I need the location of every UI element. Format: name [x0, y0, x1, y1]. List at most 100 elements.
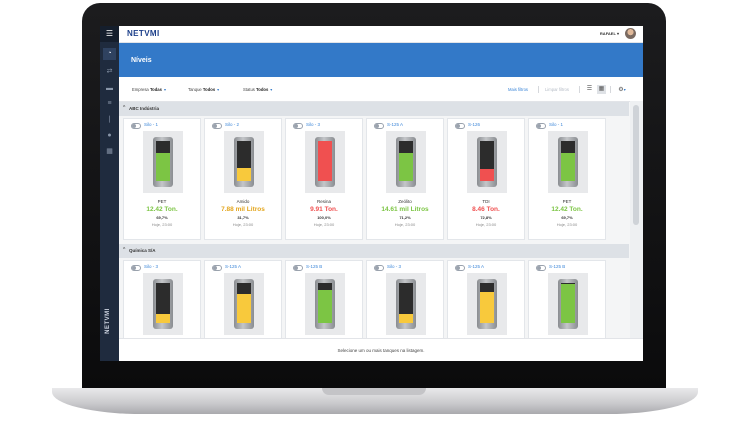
- tank-card[interactable]: S-126 TDI 8.46 Ton. 72,8% Hoje, 23:00: [447, 118, 525, 240]
- select-toggle[interactable]: [212, 265, 222, 271]
- tank-card[interactable]: S-125 B: [285, 260, 363, 338]
- tank-card[interactable]: Silo - 1 PET 12.42 Ton. 69,7% Hoje, 23:00: [528, 118, 606, 240]
- select-toggle[interactable]: [455, 265, 465, 271]
- calendar-icon[interactable]: ▦: [103, 146, 116, 158]
- divider: [579, 86, 580, 93]
- tank-level-fill: [237, 294, 251, 323]
- reading-time: Hoje, 23:00: [232, 222, 254, 227]
- tank-name[interactable]: Silo - 1: [549, 122, 563, 127]
- scrollbar[interactable]: [630, 101, 643, 338]
- tank-card[interactable]: Silo - 1 PET 12.42 Ton. 69,7% Hoje, 23:00: [123, 118, 201, 240]
- filter-status-value: Todos: [256, 87, 269, 92]
- product-name: Resina: [316, 199, 331, 204]
- tank-name[interactable]: Silo - 3: [144, 264, 158, 269]
- sidebar: ☰ ◔ ⇄ ▬ ≡ ❘ ● ▦ NETVMI: [100, 26, 119, 361]
- select-toggle[interactable]: [293, 123, 303, 129]
- reading-time: Hoje, 23:00: [313, 222, 335, 227]
- tank-body: [315, 279, 335, 329]
- tank-percent: 69,7%: [561, 215, 573, 220]
- tank-name[interactable]: Silo - 1: [144, 122, 158, 127]
- tank-visual: [305, 131, 345, 193]
- gear-icon[interactable]: ⚙▾: [615, 85, 629, 94]
- map-pin-icon[interactable]: ●: [103, 130, 116, 142]
- tank-body: [153, 279, 173, 329]
- filter-status[interactable]: Status Todos ▾: [243, 87, 272, 92]
- tank-name[interactable]: Silo - 2: [225, 122, 239, 127]
- tank-list: ^ ABC Indústria Silo - 1 PET 12.42 Ton. 69,7%…: [119, 101, 629, 338]
- group-name: ABC Indústria: [129, 106, 160, 111]
- select-toggle[interactable]: [374, 265, 384, 271]
- tank-body: [477, 279, 497, 329]
- select-toggle[interactable]: [212, 123, 222, 129]
- tank-name[interactable]: S-125 A: [225, 264, 241, 269]
- filter-status-label: Status: [243, 87, 255, 92]
- select-toggle[interactable]: [374, 123, 384, 129]
- hamburger-menu-icon[interactable]: ☰: [100, 26, 119, 42]
- filter-empresa[interactable]: Empresa Todas ▾: [132, 87, 166, 92]
- tank-percent: 72,8%: [480, 215, 492, 220]
- tank-name[interactable]: Silo - 3: [387, 264, 401, 269]
- truck-icon[interactable]: ▬: [103, 83, 116, 95]
- tank-visual: [143, 273, 183, 335]
- sidebar-brand: NETVMI: [105, 308, 111, 334]
- tank-card[interactable]: Silo - 3: [366, 260, 444, 338]
- tank-card[interactable]: S-125 A Zeólito 14.61 mil Litros 71,2% Hoje,…: [366, 118, 444, 240]
- user-menu[interactable]: RAFAEL ▾: [600, 31, 619, 36]
- brand-logo[interactable]: NETVMI: [127, 29, 160, 38]
- tank-card[interactable]: Silo - 2 Amido 7.88 mil Litros 31,7% Hoje, 2…: [204, 118, 282, 240]
- tank-interior: [237, 141, 251, 181]
- tank-percent: 69,7%: [156, 215, 168, 220]
- tank-visual: [224, 273, 264, 335]
- tank-interior: [156, 141, 170, 181]
- gauge-icon[interactable]: ◔: [103, 48, 116, 60]
- tank-visual: [548, 273, 588, 335]
- tank-card[interactable]: Silo - 3: [123, 260, 201, 338]
- tank-card[interactable]: S-125 A: [447, 260, 525, 338]
- clear-filters-link[interactable]: Limpar filtros: [545, 87, 569, 92]
- tank-card[interactable]: S-125 A: [204, 260, 282, 338]
- select-toggle[interactable]: [131, 265, 141, 271]
- product-name: Amido: [236, 199, 250, 204]
- select-toggle[interactable]: [455, 123, 465, 129]
- select-toggle[interactable]: [131, 123, 141, 129]
- caret-down-icon: ▾: [163, 87, 167, 92]
- tank-interior: [399, 141, 413, 181]
- tank-level-fill: [237, 168, 251, 181]
- tank-card[interactable]: S-125 B: [528, 260, 606, 338]
- tank-card[interactable]: Silo - 3 Resina 9.91 Ton. 100,0% Hoje, 23:00: [285, 118, 363, 240]
- arrows-icon[interactable]: ⇄: [103, 66, 116, 78]
- reading-time: Hoje, 23:00: [394, 222, 416, 227]
- tank-visual: [548, 131, 588, 193]
- tank-visual: [467, 273, 507, 335]
- grid-view-icon[interactable]: ▦: [597, 85, 606, 94]
- reading-time: Hoje, 23:00: [556, 222, 578, 227]
- tank-interior: [561, 283, 575, 323]
- filter-bar: Empresa Todas ▾ Tanque Todos ▾ Status Todo…: [119, 77, 643, 102]
- caret-down-icon: ▾: [270, 87, 273, 92]
- list-view-icon[interactable]: ☰: [585, 85, 594, 94]
- tank-level-fill: [561, 153, 575, 181]
- filter-tanque[interactable]: Tanque Todos ▾: [188, 87, 219, 92]
- divider: [610, 86, 611, 93]
- list-icon[interactable]: ≡: [103, 98, 116, 110]
- tank-name[interactable]: S-125 A: [468, 264, 484, 269]
- page-header: Níveis: [119, 43, 643, 77]
- thermometer-icon[interactable]: ❘: [103, 114, 116, 126]
- scrollbar-thumb[interactable]: [633, 105, 639, 225]
- select-toggle[interactable]: [293, 265, 303, 271]
- product-name: TDI: [482, 199, 490, 204]
- tank-name[interactable]: Silo - 3: [306, 122, 320, 127]
- filter-tanque-value: Todos: [202, 87, 216, 92]
- group-header[interactable]: ^ ABC Indústria: [119, 102, 629, 116]
- tank-name[interactable]: S-125 B: [306, 264, 322, 269]
- avatar[interactable]: [625, 28, 636, 39]
- select-toggle[interactable]: [536, 265, 546, 271]
- tank-level-fill: [399, 314, 413, 323]
- tank-quantity: 9.91 Ton.: [310, 206, 338, 213]
- group-header[interactable]: ^ Química S/A: [119, 244, 629, 258]
- more-filters-link[interactable]: Mais filtros: [508, 87, 528, 92]
- tank-name[interactable]: S-126: [468, 122, 480, 127]
- select-toggle[interactable]: [536, 123, 546, 129]
- tank-name[interactable]: S-125 B: [549, 264, 565, 269]
- tank-name[interactable]: S-125 A: [387, 122, 403, 127]
